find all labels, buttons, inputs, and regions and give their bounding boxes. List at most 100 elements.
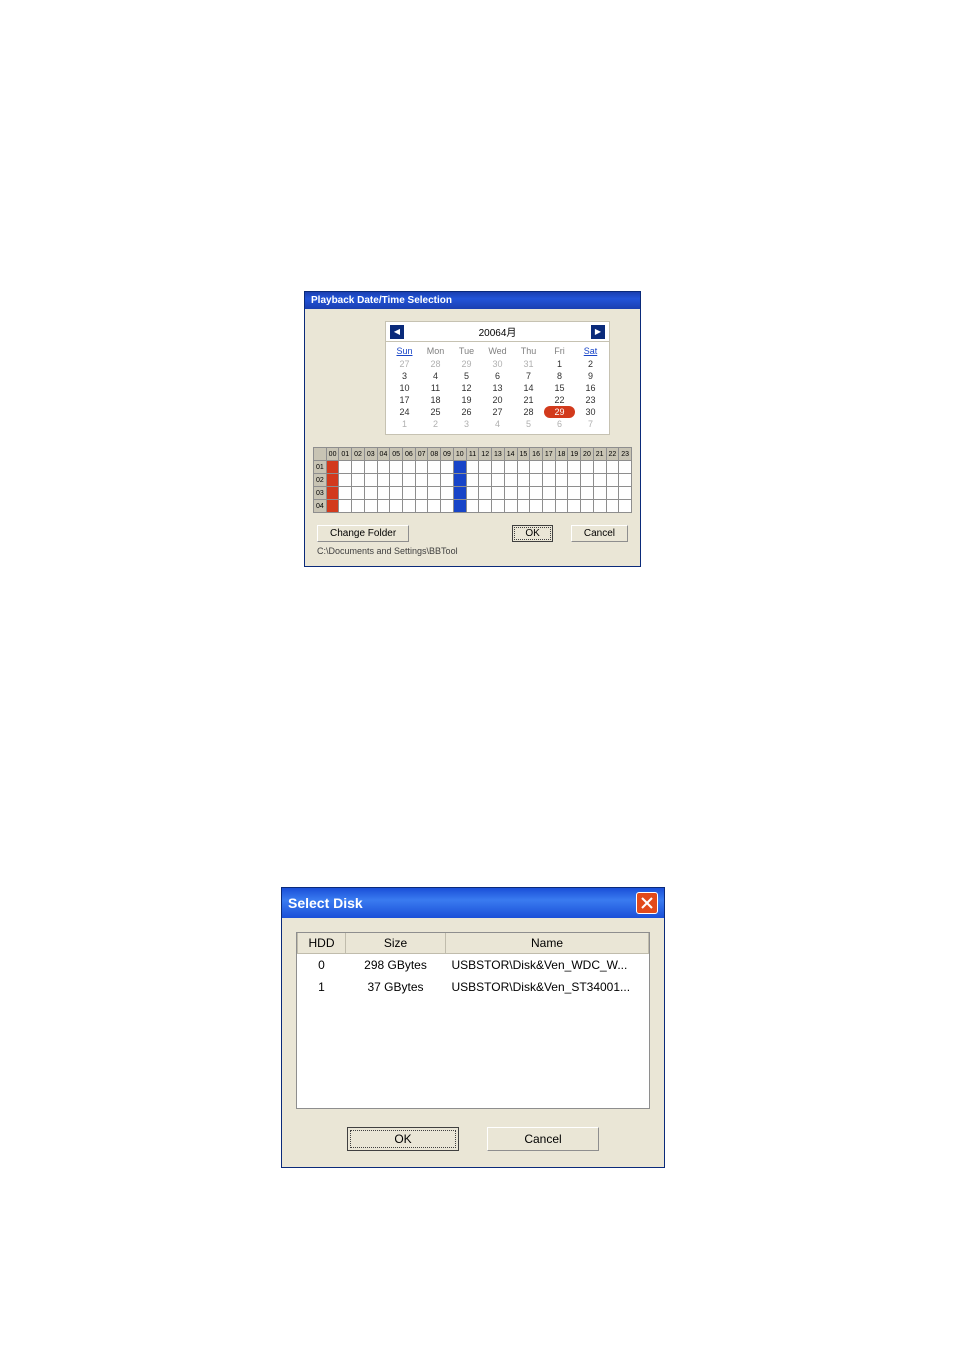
timeline-cell[interactable] <box>415 487 428 500</box>
timeline-cell[interactable] <box>606 474 619 487</box>
calendar-day[interactable]: 7 <box>513 370 544 382</box>
calendar-day[interactable]: 24 <box>389 406 420 418</box>
calendar-day[interactable]: 2 <box>420 418 451 430</box>
timeline-cell[interactable] <box>504 500 517 513</box>
timeline-cell[interactable] <box>428 461 441 474</box>
table-row[interactable] <box>298 1042 649 1064</box>
timeline-cell[interactable] <box>377 474 390 487</box>
timeline-cell[interactable] <box>377 500 390 513</box>
timeline-cell[interactable] <box>555 500 568 513</box>
timeline-cell[interactable] <box>352 461 365 474</box>
calendar-day[interactable]: 12 <box>451 382 482 394</box>
timeline-cell[interactable] <box>492 461 505 474</box>
timeline-cell[interactable] <box>568 474 581 487</box>
timeline-cell[interactable] <box>542 500 555 513</box>
calendar-day[interactable]: 7 <box>575 418 606 430</box>
timeline-cell[interactable] <box>466 461 479 474</box>
col-size[interactable]: Size <box>346 933 446 954</box>
timeline-cell[interactable] <box>441 487 454 500</box>
table-row[interactable] <box>298 1086 649 1108</box>
timeline-cell[interactable] <box>492 487 505 500</box>
timeline-cell[interactable] <box>377 461 390 474</box>
timeline-cell[interactable] <box>555 487 568 500</box>
playback-cancel-button[interactable]: Cancel <box>571 525 628 542</box>
calendar-day[interactable]: 21 <box>513 394 544 406</box>
timeline-cell[interactable] <box>453 500 466 513</box>
calendar-day[interactable]: 25 <box>420 406 451 418</box>
timeline-cell[interactable] <box>415 500 428 513</box>
calendar-day[interactable]: 20 <box>482 394 513 406</box>
timeline-cell[interactable] <box>403 461 416 474</box>
calendar-day[interactable]: 29 <box>544 406 575 418</box>
timeline-cell[interactable] <box>403 487 416 500</box>
calendar-day[interactable]: 28 <box>513 406 544 418</box>
calendar-day[interactable]: 28 <box>420 358 451 370</box>
col-name[interactable]: Name <box>446 933 649 954</box>
timeline-cell[interactable] <box>581 474 594 487</box>
change-folder-button[interactable]: Change Folder <box>317 525 409 542</box>
table-row[interactable] <box>298 1064 649 1086</box>
table-row[interactable] <box>298 1020 649 1042</box>
timeline-cell[interactable] <box>504 474 517 487</box>
timeline-cell[interactable] <box>504 487 517 500</box>
calendar-day[interactable]: 14 <box>513 382 544 394</box>
timeline-cell[interactable] <box>593 474 606 487</box>
calendar-day[interactable]: 4 <box>482 418 513 430</box>
calendar-day[interactable]: 3 <box>389 370 420 382</box>
timeline-cell[interactable] <box>364 487 377 500</box>
timeline-cell[interactable] <box>619 500 632 513</box>
timeline-cell[interactable] <box>390 474 403 487</box>
timeline-cell[interactable] <box>339 461 352 474</box>
timeline-cell[interactable] <box>326 461 339 474</box>
timeline-cell[interactable] <box>492 474 505 487</box>
timeline-cell[interactable] <box>326 500 339 513</box>
timeline-cell[interactable] <box>542 487 555 500</box>
timeline-cell[interactable] <box>593 461 606 474</box>
calendar-day[interactable]: 6 <box>482 370 513 382</box>
timeline-cell[interactable] <box>606 500 619 513</box>
timeline-cell[interactable] <box>568 500 581 513</box>
timeline-cell[interactable] <box>593 487 606 500</box>
timeline-cell[interactable] <box>479 474 492 487</box>
timeline-cell[interactable] <box>517 487 530 500</box>
timeline-cell[interactable] <box>441 500 454 513</box>
calendar-prev-button[interactable]: ◀ <box>390 325 404 339</box>
calendar-day[interactable]: 9 <box>575 370 606 382</box>
calendar-day[interactable]: 22 <box>544 394 575 406</box>
timeline-cell[interactable] <box>415 461 428 474</box>
calendar-day[interactable]: 8 <box>544 370 575 382</box>
close-icon[interactable] <box>636 892 658 914</box>
timeline-cell[interactable] <box>352 500 365 513</box>
calendar-day[interactable]: 3 <box>451 418 482 430</box>
timeline-cell[interactable] <box>453 474 466 487</box>
timeline-cell[interactable] <box>581 487 594 500</box>
timeline-cell[interactable] <box>479 500 492 513</box>
calendar-day[interactable]: 31 <box>513 358 544 370</box>
timeline-cell[interactable] <box>517 461 530 474</box>
calendar-day[interactable]: 26 <box>451 406 482 418</box>
timeline-cell[interactable] <box>479 487 492 500</box>
timeline-cell[interactable] <box>428 487 441 500</box>
calendar-day[interactable]: 23 <box>575 394 606 406</box>
timeline-cell[interactable] <box>453 487 466 500</box>
timeline-cell[interactable] <box>403 474 416 487</box>
calendar-next-button[interactable]: ▶ <box>591 325 605 339</box>
timeline-cell[interactable] <box>466 487 479 500</box>
timeline-cell[interactable] <box>403 500 416 513</box>
timeline-cell[interactable] <box>542 474 555 487</box>
timeline-cell[interactable] <box>479 461 492 474</box>
timeline-cell[interactable] <box>568 487 581 500</box>
timeline-cell[interactable] <box>352 474 365 487</box>
timeline-cell[interactable] <box>517 474 530 487</box>
timeline-cell[interactable] <box>504 461 517 474</box>
timeline-cell[interactable] <box>530 474 543 487</box>
timeline-cell[interactable] <box>466 500 479 513</box>
calendar-day[interactable]: 10 <box>389 382 420 394</box>
timeline-cell[interactable] <box>606 461 619 474</box>
calendar-day[interactable]: 30 <box>575 406 606 418</box>
calendar-day[interactable]: 27 <box>389 358 420 370</box>
timeline-cell[interactable] <box>606 487 619 500</box>
timeline-cell[interactable] <box>339 500 352 513</box>
timeline-cell[interactable] <box>390 500 403 513</box>
calendar-day[interactable]: 16 <box>575 382 606 394</box>
